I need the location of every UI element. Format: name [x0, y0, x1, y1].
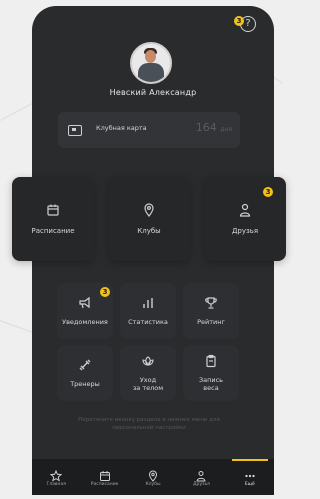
tile-label: Расписание — [31, 227, 75, 235]
tile-body-care[interactable]: Уход за телом — [120, 345, 176, 401]
avatar[interactable] — [130, 42, 172, 84]
club-card-days: 164 дня — [196, 121, 232, 134]
more-dots-icon — [244, 467, 256, 479]
tile-notifications[interactable]: 3 Уведомления — [57, 283, 113, 339]
user-name: Невский Александр — [109, 88, 197, 97]
club-card-days-unit: дня — [220, 126, 232, 133]
trophy-icon — [204, 296, 218, 310]
tab-label: Ещё — [244, 482, 255, 487]
club-card[interactable]: Клубная карта 164 дня — [58, 112, 240, 148]
tile-label: Рейтинг — [197, 318, 225, 326]
tile-label: Друзья — [231, 227, 259, 235]
tab-label: Главная — [46, 482, 66, 487]
calendar-icon — [99, 467, 111, 481]
tile-friends[interactable]: 3 Друзья — [204, 177, 286, 261]
bottom-tab-bar: Главная Расписание Клубы Друзья Ещё — [32, 459, 274, 495]
card-icon — [68, 125, 82, 136]
tile-label: Тренеры — [70, 380, 100, 388]
location-pin-icon — [142, 203, 156, 217]
tile-rating[interactable]: Рейтинг — [183, 283, 239, 339]
tab-schedule[interactable]: Расписание — [80, 459, 128, 495]
clipboard-icon — [204, 354, 218, 368]
bar-chart-icon — [141, 296, 155, 310]
customization-hint: Перетяните иконку раздела в нижнее меню … — [78, 417, 220, 431]
tab-friends[interactable]: Друзья — [177, 459, 225, 495]
star-icon — [49, 467, 63, 482]
club-card-days-value: 164 — [195, 121, 217, 134]
tab-label: Расписание — [90, 482, 119, 487]
tile-weight-log[interactable]: Запись веса — [183, 345, 239, 401]
tile-clubs[interactable]: Клубы — [108, 177, 190, 261]
megaphone-icon — [78, 296, 92, 310]
tile-label: Запись веса — [198, 376, 224, 392]
tile-statistics[interactable]: Статистика — [120, 283, 176, 339]
tile-label: Клубы — [137, 227, 161, 235]
help-button[interactable]: ? 3 — [234, 16, 258, 34]
person-icon — [238, 203, 252, 217]
club-card-label: Клубная карта — [96, 124, 147, 132]
tile-schedule[interactable]: Расписание — [12, 177, 94, 261]
person-icon — [195, 467, 207, 482]
tab-more[interactable]: Ещё — [226, 459, 274, 495]
tile-trainers[interactable]: Тренеры — [57, 345, 113, 401]
friends-badge: 3 — [263, 187, 273, 197]
calendar-icon — [46, 203, 60, 217]
location-pin-icon — [147, 467, 159, 482]
tile-label: Статистика — [128, 318, 168, 326]
dumbbell-icon — [78, 358, 92, 372]
tab-clubs[interactable]: Клубы — [129, 459, 177, 495]
tile-label: Уведомления — [62, 318, 108, 326]
notifications-badge: 3 — [100, 287, 110, 297]
lotus-icon — [141, 354, 155, 368]
help-badge: 3 — [234, 16, 244, 26]
tile-label: Уход за телом — [132, 376, 164, 392]
tab-home[interactable]: Главная — [32, 459, 80, 495]
tab-label: Друзья — [193, 482, 210, 487]
tab-label: Клубы — [145, 482, 161, 487]
